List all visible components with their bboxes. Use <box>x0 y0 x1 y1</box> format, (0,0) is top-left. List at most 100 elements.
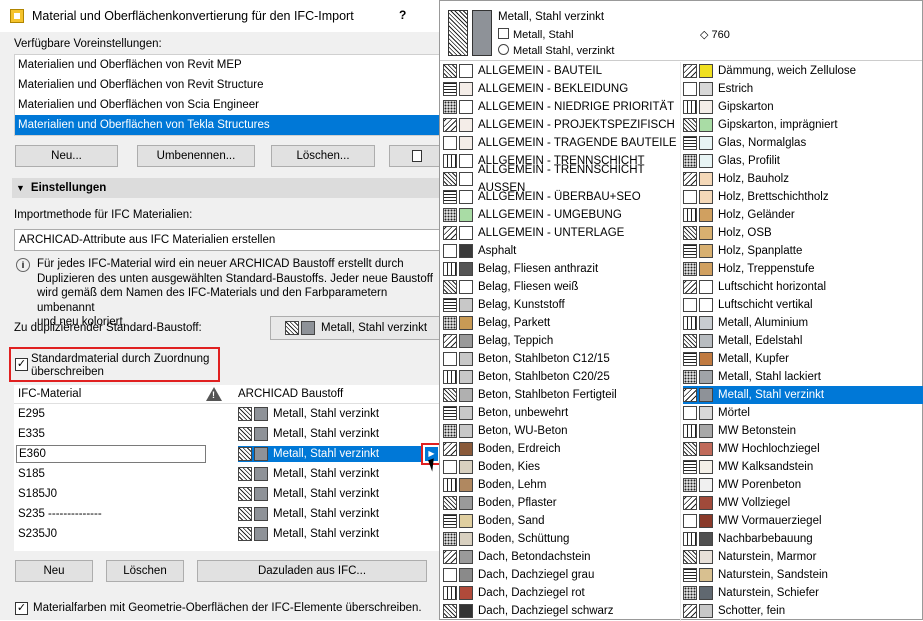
material-option[interactable]: ALLGEMEIN - PROJEKTSPEZIFISCH <box>443 116 679 134</box>
material-option[interactable]: Metall, Edelstahl <box>683 332 923 350</box>
material-option[interactable]: Naturstein, Sandstein <box>683 566 923 584</box>
warning-icon <box>206 387 222 401</box>
material-option[interactable]: ALLGEMEIN - TRENNSCHICHT AUSSEN <box>443 164 679 194</box>
material-option[interactable]: Holz, Geländer <box>683 206 923 224</box>
material-option[interactable]: Boden, Pflaster <box>443 494 679 512</box>
material-option[interactable]: Naturstein, Marmor <box>683 548 923 566</box>
standard-override-checkbox[interactable]: ✓ <box>15 358 28 371</box>
material-option[interactable]: Belag, Fliesen weiß <box>443 278 679 296</box>
table-row[interactable]: E335 Metall, Stahl verzinkt <box>14 424 445 444</box>
preset-item[interactable]: Materialien und Oberflächen von Revit ME… <box>15 55 444 75</box>
material-option[interactable]: Holz, Treppenstufe <box>683 260 923 278</box>
material-option[interactable]: Metall, Stahl lackiert <box>683 368 923 386</box>
material-option[interactable]: ALLGEMEIN - UNTERLAGE <box>443 224 679 242</box>
material-option[interactable]: MW Vollziegel <box>683 494 923 512</box>
archicad-material-cell[interactable]: Metall, Stahl verzinkt <box>238 486 379 502</box>
material-option[interactable]: Belag, Kunststoff <box>443 296 679 314</box>
material-option[interactable]: Nachbarbebauung <box>683 530 923 548</box>
material-option[interactable]: Luftschicht vertikal <box>683 296 923 314</box>
material-option[interactable]: ALLGEMEIN - BEKLEIDUNG <box>443 80 679 98</box>
material-option[interactable]: ALLGEMEIN - ÜBERBAU+SEO <box>443 188 679 206</box>
material-option[interactable]: MW Hochlochziegel <box>683 440 923 458</box>
std-material-select[interactable]: Metall, Stahl verzinkt <box>270 316 445 340</box>
archicad-material-cell[interactable]: Metall, Stahl verzinkt <box>238 526 379 542</box>
material-option-label: Gipskarton <box>718 101 774 113</box>
material-option[interactable]: Holz, Bauholz <box>683 170 923 188</box>
material-option[interactable]: Dach, Dachziegel grau <box>443 566 679 584</box>
ifc-name-edit[interactable]: E360 <box>16 445 206 463</box>
import-method-label: Importmethode für IFC Materialien: <box>14 209 193 221</box>
material-option[interactable]: MW Porenbeton <box>683 476 923 494</box>
material-option[interactable]: MW Betonstein <box>683 422 923 440</box>
archicad-material-cell[interactable]: Metall, Stahl verzinkt <box>238 506 379 522</box>
reload-from-ifc-button[interactable]: Dazuladen aus IFC... <box>197 560 427 582</box>
rename-preset-button[interactable]: Umbenennen... <box>137 145 255 167</box>
table-row[interactable]: S185J0 Metall, Stahl verzinkt <box>14 484 445 504</box>
material-option[interactable]: Beton, unbewehrt <box>443 404 679 422</box>
material-option[interactable]: MW Vormauerziegel <box>683 512 923 530</box>
material-option[interactable]: Schotter, fein <box>683 602 923 620</box>
material-option[interactable]: Dach, Dachziegel rot <box>443 584 679 602</box>
material-option[interactable]: Holz, Spanplatte <box>683 242 923 260</box>
help-button[interactable]: ? <box>399 8 406 22</box>
table-row[interactable]: S185 Metall, Stahl verzinkt <box>14 464 445 484</box>
material-option[interactable]: Boden, Erdreich <box>443 440 679 458</box>
presets-list[interactable]: Materialien und Oberflächen von Revit ME… <box>14 54 445 136</box>
delete-mapping-button[interactable]: Löschen <box>106 560 184 582</box>
table-row[interactable]: S235 -------------- Metall, Stahl verzink… <box>14 504 445 524</box>
material-option[interactable]: Dach, Dachziegel schwarz <box>443 602 679 620</box>
material-option[interactable]: Holz, OSB <box>683 224 923 242</box>
material-option[interactable]: Boden, Schüttung <box>443 530 679 548</box>
col-ifc-material[interactable]: IFC-Material <box>18 388 81 400</box>
material-option[interactable]: Beton, Stahlbeton Fertigteil <box>443 386 679 404</box>
material-option[interactable]: ALLGEMEIN - BAUTEIL <box>443 62 679 80</box>
material-option[interactable]: Belag, Fliesen anthrazit <box>443 260 679 278</box>
material-option[interactable]: Beton, Stahlbeton C20/25 <box>443 368 679 386</box>
material-option[interactable]: ALLGEMEIN - UMGEBUNG <box>443 206 679 224</box>
material-option[interactable]: Metall, Stahl verzinkt <box>683 386 923 404</box>
archicad-material-cell[interactable]: Metall, Stahl verzinkt <box>238 446 421 462</box>
material-option[interactable]: Glas, Profilit <box>683 152 923 170</box>
material-option[interactable]: Gipskarton <box>683 98 923 116</box>
table-row[interactable]: E295 Metall, Stahl verzinkt <box>14 404 445 424</box>
material-option[interactable]: Metall, Kupfer <box>683 350 923 368</box>
override-colors-checkbox[interactable]: ✓ <box>15 602 28 615</box>
export-preset-button[interactable] <box>389 145 445 167</box>
material-option[interactable]: Asphalt <box>443 242 679 260</box>
material-option[interactable]: Belag, Parkett <box>443 314 679 332</box>
settings-section-header[interactable]: ▼ Einstellungen <box>12 178 445 198</box>
preset-item-selected[interactable]: Materialien und Oberflächen von Tekla St… <box>15 115 444 135</box>
material-option[interactable]: Glas, Normalglas <box>683 134 923 152</box>
material-option[interactable]: Gipskarton, imprägniert <box>683 116 923 134</box>
material-option[interactable]: Luftschicht horizontal <box>683 278 923 296</box>
table-row[interactable]: E360 Metall, Stahl verzinkt <box>14 444 445 464</box>
preset-item[interactable]: Materialien und Oberflächen von Revit St… <box>15 75 444 95</box>
archicad-material-cell[interactable]: Metall, Stahl verzinkt <box>238 406 379 422</box>
material-option[interactable]: Boden, Sand <box>443 512 679 530</box>
archicad-material-cell[interactable]: Metall, Stahl verzinkt <box>238 466 379 482</box>
material-option[interactable]: Metall, Aluminium <box>683 314 923 332</box>
import-method-select[interactable]: ARCHICAD-Attribute aus IFC Materialien e… <box>14 229 445 251</box>
material-option[interactable]: Beton, WU-Beton <box>443 422 679 440</box>
material-option[interactable]: ALLGEMEIN - TRAGENDE BAUTEILE <box>443 134 679 152</box>
material-option[interactable]: Boden, Kies <box>443 458 679 476</box>
material-option[interactable]: Belag, Teppich <box>443 332 679 350</box>
preset-item[interactable]: Materialien und Oberflächen von Scia Eng… <box>15 95 444 115</box>
material-option[interactable]: Naturstein, Schiefer <box>683 584 923 602</box>
material-option[interactable]: Beton, Stahlbeton C12/15 <box>443 350 679 368</box>
table-row[interactable]: S235J0 Metall, Stahl verzinkt <box>14 524 445 544</box>
collapse-triangle-icon[interactable]: ▼ <box>16 178 25 198</box>
delete-preset-button[interactable]: Löschen... <box>271 145 375 167</box>
archicad-material-cell[interactable]: Metall, Stahl verzinkt <box>238 426 379 442</box>
material-option[interactable]: Holz, Brettschichtholz <box>683 188 923 206</box>
new-mapping-button[interactable]: Neu <box>15 560 93 582</box>
col-archicad-material[interactable]: ARCHICAD Baustoff <box>238 388 343 400</box>
material-option[interactable]: MW Kalksandstein <box>683 458 923 476</box>
material-option[interactable]: Dach, Betondachstein <box>443 548 679 566</box>
material-option[interactable]: Mörtel <box>683 404 923 422</box>
material-option[interactable]: Estrich <box>683 80 923 98</box>
material-option[interactable]: Boden, Lehm <box>443 476 679 494</box>
material-option[interactable]: ALLGEMEIN - NIEDRIGE PRIORITÄT <box>443 98 679 116</box>
material-option[interactable]: Dämmung, weich Zellulose <box>683 62 923 80</box>
new-preset-button[interactable]: Neu... <box>15 145 118 167</box>
